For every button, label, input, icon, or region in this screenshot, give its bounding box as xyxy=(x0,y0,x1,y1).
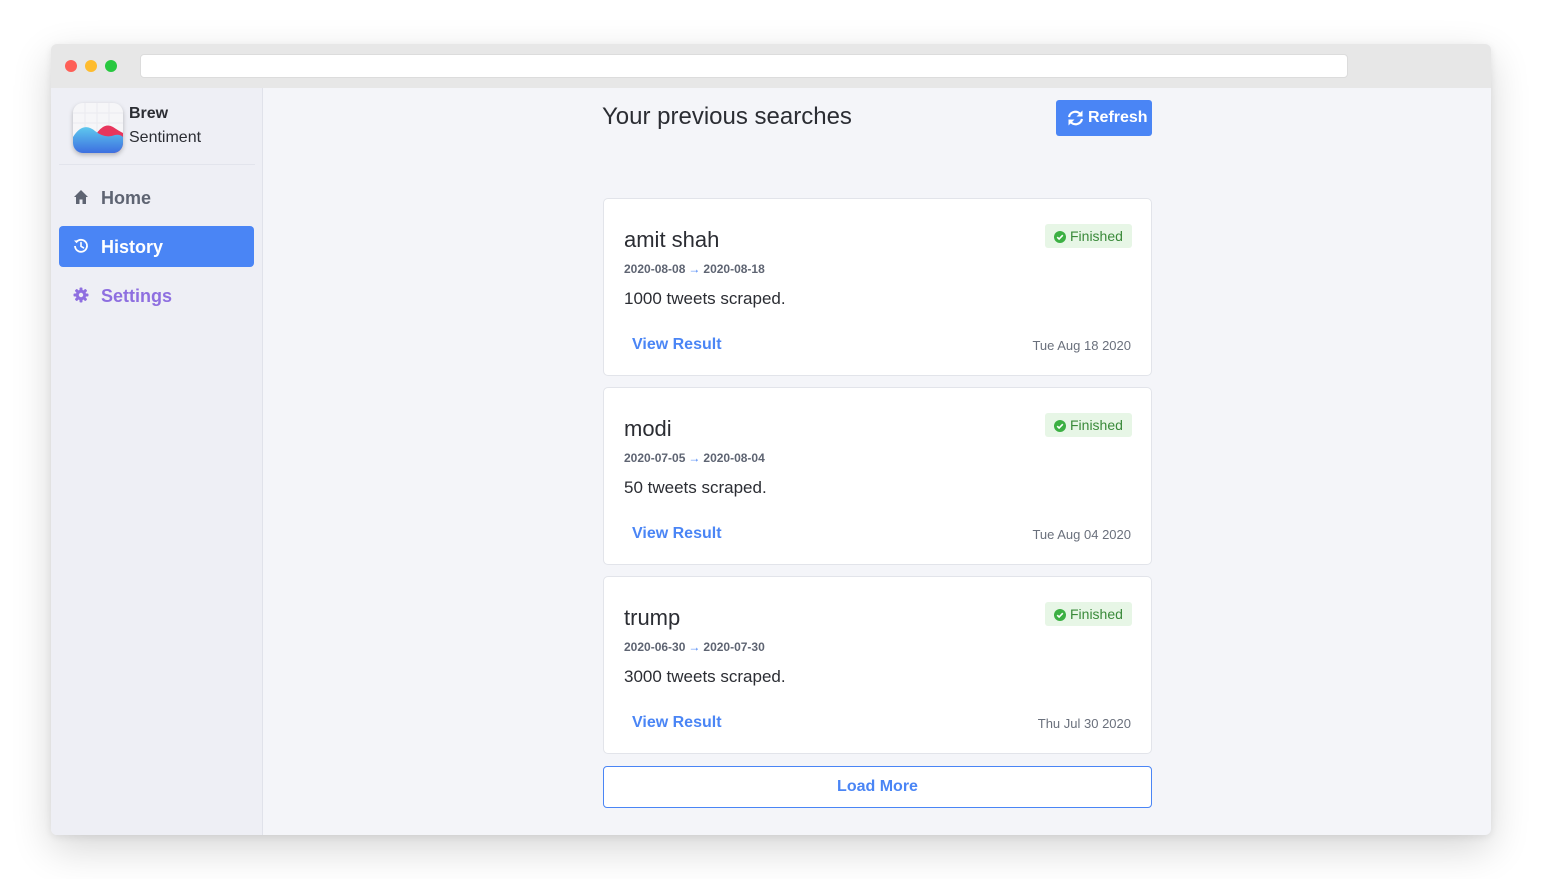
sidebar-item-label: History xyxy=(101,237,164,257)
arrow-right-icon: → xyxy=(688,640,701,654)
app-window: Brew Sentiment Home History Settings You… xyxy=(51,44,1491,835)
refresh-icon xyxy=(1066,109,1085,127)
date-from: 2020-07-05 xyxy=(624,451,686,465)
search-date: Tue Aug 04 2020 xyxy=(1032,527,1131,542)
history-icon xyxy=(73,238,89,254)
tweet-count: 50 tweets scraped. xyxy=(624,478,767,497)
refresh-button[interactable]: Refresh xyxy=(1056,100,1152,136)
status-label: Finished xyxy=(1070,417,1123,433)
search-query: trump xyxy=(624,605,681,630)
sidebar-item-history[interactable]: History xyxy=(59,226,254,267)
address-bar[interactable] xyxy=(140,54,1348,78)
app-logo xyxy=(73,103,123,153)
search-date: Thu Jul 30 2020 xyxy=(1037,716,1131,731)
tweet-count: 3000 tweets scraped. xyxy=(624,667,786,686)
search-card: trump Finished 2020-06-30 → 2020-07-30 300… xyxy=(603,576,1152,754)
window-titlebar xyxy=(51,44,1491,88)
maximize-window-button[interactable] xyxy=(105,60,117,72)
sidebar-item-label: Settings xyxy=(101,286,173,306)
page-title: Your previous searches xyxy=(602,103,852,130)
check-circle-icon xyxy=(1054,608,1066,621)
refresh-label: Refresh xyxy=(1088,109,1148,126)
date-to: 2020-08-04 xyxy=(703,451,765,465)
date-from: 2020-08-08 xyxy=(624,262,686,276)
date-range: 2020-06-30 → 2020-07-30 xyxy=(624,640,765,654)
view-result-link[interactable]: View Result xyxy=(632,336,722,354)
tweet-count: 1000 tweets scraped. xyxy=(624,289,786,308)
arrow-right-icon: → xyxy=(688,262,701,276)
sidebar: Brew Sentiment Home History Settings xyxy=(51,88,263,835)
arrow-right-icon: → xyxy=(688,451,701,465)
check-circle-icon xyxy=(1054,419,1066,432)
status-label: Finished xyxy=(1070,606,1123,622)
search-date: Tue Aug 18 2020 xyxy=(1032,338,1131,353)
sidebar-item-home[interactable]: Home xyxy=(59,177,254,218)
gear-icon xyxy=(73,287,89,303)
load-more-button[interactable]: Load More xyxy=(603,766,1152,808)
check-circle-icon xyxy=(1054,230,1066,243)
date-range: 2020-08-08 → 2020-08-18 xyxy=(624,262,765,276)
main-content: Your previous searches Refresh amit shah… xyxy=(263,88,1491,835)
date-from: 2020-06-30 xyxy=(624,640,686,654)
home-icon xyxy=(73,189,89,205)
search-query: modi xyxy=(624,416,672,441)
close-window-button[interactable] xyxy=(65,60,77,72)
brand-header: Brew Sentiment xyxy=(59,88,255,165)
status-badge: Finished xyxy=(1045,413,1132,437)
search-card: amit shah Finished 2020-08-08 → 2020-08-18… xyxy=(603,198,1152,376)
status-label: Finished xyxy=(1070,228,1123,244)
minimize-window-button[interactable] xyxy=(85,60,97,72)
sidebar-item-label: Home xyxy=(101,188,152,208)
date-to: 2020-07-30 xyxy=(703,640,765,654)
view-result-link[interactable]: View Result xyxy=(632,714,722,732)
date-range: 2020-07-05 → 2020-08-04 xyxy=(624,451,765,465)
status-badge: Finished xyxy=(1045,224,1132,248)
search-card: modi Finished 2020-07-05 → 2020-08-04 50 t… xyxy=(603,387,1152,565)
sidebar-item-settings[interactable]: Settings xyxy=(59,275,254,316)
view-result-link[interactable]: View Result xyxy=(632,525,722,543)
status-badge: Finished xyxy=(1045,602,1132,626)
date-to: 2020-08-18 xyxy=(703,262,765,276)
brand-name: Brew xyxy=(129,105,169,122)
search-query: amit shah xyxy=(624,227,720,252)
brand-subtitle: Sentiment xyxy=(129,129,202,146)
